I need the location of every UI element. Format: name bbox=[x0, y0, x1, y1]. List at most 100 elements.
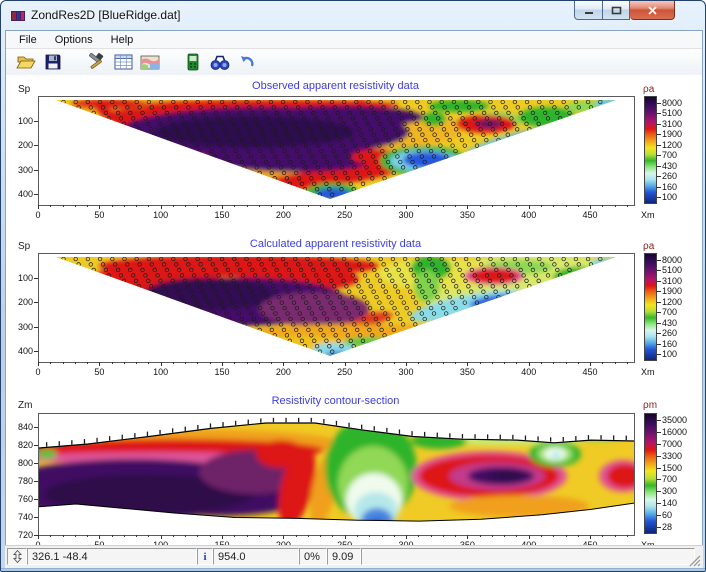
model-map-button[interactable] bbox=[138, 51, 162, 73]
axis-tick-mark bbox=[492, 362, 493, 364]
axis-tick-mark bbox=[63, 362, 64, 364]
axis-tick-mark bbox=[467, 205, 468, 209]
run-inversion-button[interactable] bbox=[181, 51, 205, 73]
axis-tick-label: 35000 bbox=[662, 415, 692, 425]
undo-arrow-icon bbox=[238, 54, 256, 70]
axis-tick-label: 1200 bbox=[662, 140, 692, 150]
axis-tick-mark bbox=[467, 362, 468, 366]
updown-arrow-icon bbox=[13, 550, 22, 563]
axis-tick-mark bbox=[63, 535, 64, 537]
axis-tick-mark bbox=[234, 362, 235, 364]
axis-tick-label: 200 bbox=[273, 210, 293, 220]
axis-tick-label: 200 bbox=[273, 367, 293, 377]
axis-tick-mark bbox=[657, 456, 661, 457]
axis-tick-mark bbox=[492, 535, 493, 537]
title-bar[interactable]: ZondRes2D [BlueRidge.dat] bbox=[1, 1, 705, 30]
axis-tick-mark bbox=[283, 362, 284, 366]
axis-tick-label: 760 bbox=[9, 494, 33, 504]
axis-tick-mark bbox=[259, 362, 260, 364]
axis-tick-mark bbox=[553, 205, 554, 207]
observed-pseudosection-plot[interactable] bbox=[38, 96, 635, 206]
maximize-button[interactable] bbox=[603, 1, 630, 20]
axis-tick-mark bbox=[578, 535, 579, 537]
axis-tick-mark bbox=[308, 535, 309, 537]
axis-tick-mark bbox=[657, 176, 661, 177]
axis-tick-label: 5100 bbox=[662, 265, 692, 275]
axis-tick-mark bbox=[406, 535, 407, 539]
settings-button[interactable] bbox=[84, 51, 108, 73]
axis-tick-mark bbox=[112, 205, 113, 207]
axis-tick-mark bbox=[357, 362, 358, 364]
model-section-plot[interactable] bbox=[38, 413, 635, 536]
window-frame-bottom bbox=[1, 568, 706, 572]
model-heatmap bbox=[39, 414, 634, 535]
misfit-field: 9.09 bbox=[327, 548, 361, 565]
axis-tick-mark bbox=[271, 362, 272, 364]
chart-title-observed: Observed apparent resistivity data bbox=[38, 80, 633, 92]
menu-options[interactable]: Options bbox=[46, 32, 102, 48]
axis-tick-mark bbox=[38, 205, 39, 209]
close-button[interactable] bbox=[630, 1, 675, 20]
axis-tick-label: 0 bbox=[28, 210, 48, 220]
axis-tick-mark bbox=[657, 270, 661, 271]
axis-tick-mark bbox=[615, 362, 616, 364]
undo-button[interactable] bbox=[235, 51, 259, 73]
axis-tick-mark bbox=[75, 362, 76, 364]
axis-tick-mark bbox=[602, 362, 603, 364]
table-icon bbox=[114, 54, 133, 70]
info-icon: i bbox=[197, 548, 213, 565]
axis-tick-mark bbox=[210, 205, 211, 207]
cursor-mode-indicator bbox=[7, 548, 27, 565]
axis-tick-mark bbox=[529, 535, 530, 539]
axis-tick-label: 700 bbox=[662, 474, 692, 484]
axis-tick-mark bbox=[657, 354, 661, 355]
open-file-button[interactable] bbox=[14, 51, 38, 73]
axis-tick-mark bbox=[541, 205, 542, 207]
calculated-heatmap bbox=[39, 254, 634, 362]
axis-tick-mark bbox=[34, 145, 38, 146]
axis-tick-mark bbox=[222, 535, 223, 539]
colorbar-label: ρa bbox=[643, 241, 654, 252]
axis-tick-mark bbox=[443, 205, 444, 207]
data-table-button[interactable] bbox=[111, 51, 135, 73]
axis-tick-mark bbox=[657, 113, 661, 114]
search-button[interactable] bbox=[208, 51, 232, 73]
axis-tick-mark bbox=[657, 103, 661, 104]
axis-tick-mark bbox=[185, 205, 186, 207]
axis-tick-mark bbox=[136, 205, 137, 207]
axis-tick-mark bbox=[296, 205, 297, 207]
axis-tick-label: 100 bbox=[662, 192, 692, 202]
axis-tick-mark bbox=[50, 535, 51, 537]
menu-help[interactable]: Help bbox=[102, 32, 143, 48]
axis-tick-mark bbox=[504, 205, 505, 207]
axis-tick-mark bbox=[112, 535, 113, 537]
menu-file[interactable]: File bbox=[10, 32, 46, 48]
axis-tick-mark bbox=[38, 535, 39, 539]
axis-tick-label: 250 bbox=[335, 210, 355, 220]
axis-tick-mark bbox=[247, 535, 248, 537]
axis-tick-label: 1200 bbox=[662, 297, 692, 307]
toolbar bbox=[6, 49, 702, 75]
calculated-pseudosection-plot[interactable] bbox=[38, 253, 635, 363]
axis-tick-mark bbox=[657, 344, 661, 345]
device-icon bbox=[187, 53, 199, 71]
axis-tick-mark bbox=[259, 205, 260, 207]
axis-tick-mark bbox=[271, 535, 272, 537]
axis-tick-label: 260 bbox=[662, 328, 692, 338]
axis-tick-label: 50 bbox=[89, 367, 109, 377]
maximize-icon bbox=[611, 6, 622, 15]
axis-tick-mark bbox=[87, 205, 88, 207]
axis-tick-mark bbox=[148, 362, 149, 364]
resize-grip[interactable] bbox=[688, 554, 701, 567]
axis-tick-mark bbox=[210, 362, 211, 364]
axis-tick-mark bbox=[657, 432, 661, 433]
axis-tick-label: 260 bbox=[662, 171, 692, 181]
axis-tick-label: 5100 bbox=[662, 108, 692, 118]
save-button[interactable] bbox=[41, 51, 65, 73]
axis-tick-mark bbox=[657, 312, 661, 313]
axis-tick-mark bbox=[431, 205, 432, 207]
axis-tick-label: 700 bbox=[662, 150, 692, 160]
minimize-button[interactable] bbox=[574, 1, 603, 20]
axis-tick-mark bbox=[87, 535, 88, 537]
app-window: ZondRes2D [BlueRidge.dat] File Options H… bbox=[0, 0, 706, 572]
